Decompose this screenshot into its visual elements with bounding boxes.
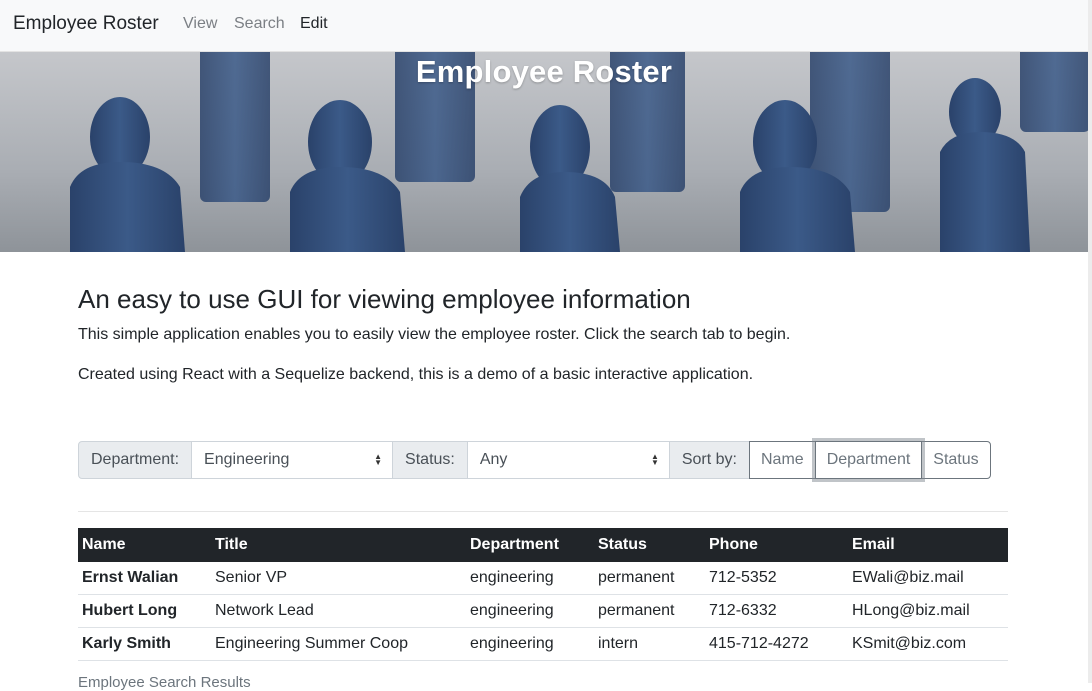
cell-phone: 712-6332 bbox=[705, 594, 848, 628]
nav-link-edit[interactable]: Edit bbox=[300, 15, 328, 33]
table-header-row: Name Title Department Status Phone Email bbox=[78, 528, 1008, 562]
cell-phone: 712-5352 bbox=[705, 562, 848, 595]
cell-email: EWali@biz.mail bbox=[848, 562, 1008, 595]
department-select-value: Engineering bbox=[204, 451, 290, 468]
sort-by-name-button[interactable]: Name bbox=[749, 441, 816, 479]
up-down-caret-icon: ▲ ▼ bbox=[374, 452, 383, 467]
navbar: Employee Roster View Search Edit bbox=[0, 0, 1088, 52]
cell-name: Karly Smith bbox=[78, 627, 211, 661]
column-header-phone[interactable]: Phone bbox=[705, 528, 848, 562]
cell-email: HLong@biz.mail bbox=[848, 594, 1008, 628]
sort-by-status-button[interactable]: Status bbox=[921, 441, 991, 479]
intro-paragraph: This simple application enables you to e… bbox=[78, 326, 791, 343]
cell-status: intern bbox=[594, 627, 705, 661]
nav-link-search[interactable]: Search bbox=[234, 15, 285, 33]
navbar-brand[interactable]: Employee Roster bbox=[13, 13, 159, 35]
status-select-value: Any bbox=[479, 451, 508, 468]
table-row[interactable]: Ernst Walian Senior VP engineering perma… bbox=[78, 562, 1008, 595]
table-row[interactable]: Karly Smith Engineering Summer Coop engi… bbox=[78, 627, 1008, 661]
cell-phone: 415-712-4272 bbox=[705, 627, 848, 661]
column-header-department[interactable]: Department bbox=[466, 528, 594, 562]
employee-table: Name Title Department Status Phone Email… bbox=[78, 528, 1008, 661]
hero-title: Employee Roster bbox=[415, 54, 673, 89]
cell-department: engineering bbox=[466, 562, 594, 595]
department-label: Department: bbox=[78, 441, 193, 479]
column-header-title[interactable]: Title bbox=[211, 528, 466, 562]
department-select[interactable]: Engineering ▲ ▼ bbox=[192, 441, 394, 479]
cell-title: Network Lead bbox=[211, 594, 466, 628]
status-label: Status: bbox=[393, 441, 468, 479]
cell-name: Ernst Walian bbox=[78, 562, 211, 595]
column-header-status[interactable]: Status bbox=[594, 528, 705, 562]
cell-name: Hubert Long bbox=[78, 594, 211, 628]
cell-department: engineering bbox=[466, 627, 594, 661]
cell-status: permanent bbox=[594, 594, 705, 628]
sort-label: Sort by: bbox=[669, 441, 750, 479]
column-header-name[interactable]: Name bbox=[78, 528, 211, 562]
intro-paragraph: Created using React with a Sequelize bac… bbox=[78, 366, 754, 383]
divider bbox=[78, 511, 1008, 512]
hero-banner: Employee Roster bbox=[0, 52, 1088, 252]
nav-link-view[interactable]: View bbox=[183, 15, 217, 33]
cell-email: KSmit@biz.com bbox=[848, 627, 1008, 661]
page-scrollbar[interactable] bbox=[1088, 0, 1092, 683]
sort-by-department-button[interactable]: Department bbox=[814, 441, 923, 479]
table-row[interactable]: Hubert Long Network Lead engineering per… bbox=[78, 594, 1008, 628]
filter-bar: Department: Engineering ▲ ▼ Status: Any ▲… bbox=[78, 441, 991, 479]
status-select[interactable]: Any ▲ ▼ bbox=[467, 441, 670, 479]
cell-department: engineering bbox=[466, 594, 594, 628]
column-header-email[interactable]: Email bbox=[848, 528, 1008, 562]
up-down-caret-icon: ▲ ▼ bbox=[650, 452, 659, 467]
cell-title: Senior VP bbox=[211, 562, 466, 595]
cell-status: permanent bbox=[594, 562, 705, 595]
intro-heading: An easy to use GUI for viewing employee … bbox=[78, 284, 691, 314]
cell-title: Engineering Summer Coop bbox=[211, 627, 466, 661]
